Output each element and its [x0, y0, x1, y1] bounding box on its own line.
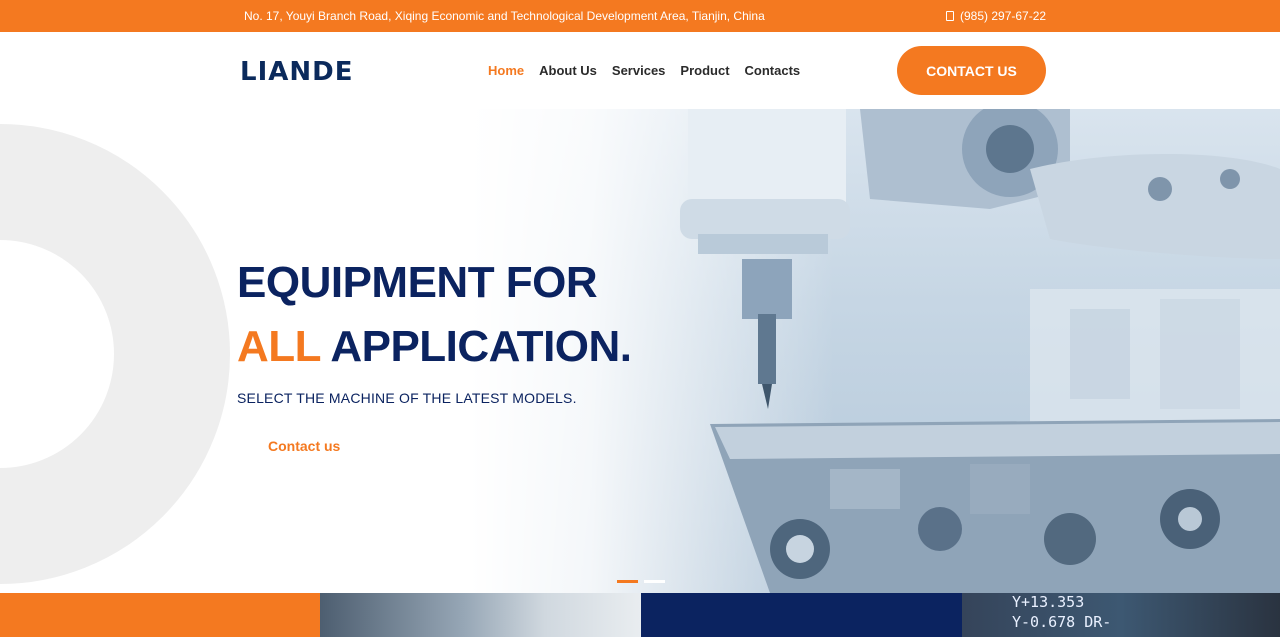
headline-accent: ALL	[237, 322, 321, 371]
nav-contacts[interactable]: Contacts	[745, 63, 801, 78]
hero-subheading: SELECT THE MACHINE OF THE LATEST MODELS.	[237, 390, 577, 406]
hero-slider: EQUIPMENT FOR ALL APPLICATION. SELECT TH…	[0, 109, 1280, 593]
hero-headline: EQUIPMENT FOR ALL APPLICATION.	[237, 251, 632, 379]
cnc-readout-2: Y-0.678 DR-	[1012, 613, 1112, 631]
feature-strip: Y+13.353 Y-0.678 DR-	[0, 593, 1280, 637]
slider-dot-1[interactable]	[617, 580, 638, 583]
feature-block-image	[320, 593, 641, 637]
contact-us-button[interactable]: CONTACT US	[897, 46, 1046, 95]
nav-product[interactable]: Product	[680, 63, 729, 78]
main-nav: Home About Us Services Product Contacts	[488, 63, 815, 78]
feature-block-orange	[0, 593, 320, 637]
top-info-bar: No. 17, Youyi Branch Road, Xiqing Econom…	[0, 0, 1280, 32]
cnc-readout-1: Y+13.353	[1012, 593, 1085, 611]
headline-line-2: APPLICATION.	[330, 322, 632, 371]
feature-block-cnc-display: Y+13.353 Y-0.678 DR-	[962, 593, 1280, 637]
phone-info[interactable]: (985) 297-67-22	[946, 9, 1046, 23]
decorative-ring	[0, 124, 230, 584]
site-logo[interactable]: LIANDE	[240, 57, 353, 87]
nav-services[interactable]: Services	[612, 63, 666, 78]
nav-about-us[interactable]: About Us	[539, 63, 597, 78]
address-text: No. 17, Youyi Branch Road, Xiqing Econom…	[244, 9, 765, 23]
hero-contact-link[interactable]: Contact us	[268, 438, 340, 454]
site-header: LIANDE Home About Us Services Product Co…	[0, 32, 1280, 109]
phone-number: (985) 297-67-22	[960, 9, 1047, 23]
slider-dot-2[interactable]	[644, 580, 665, 583]
slider-pagination	[617, 580, 665, 583]
nav-home[interactable]: Home	[488, 63, 524, 78]
feature-block-navy	[641, 593, 962, 637]
headline-line-1: EQUIPMENT FOR	[237, 258, 598, 307]
phone-icon	[946, 11, 954, 21]
